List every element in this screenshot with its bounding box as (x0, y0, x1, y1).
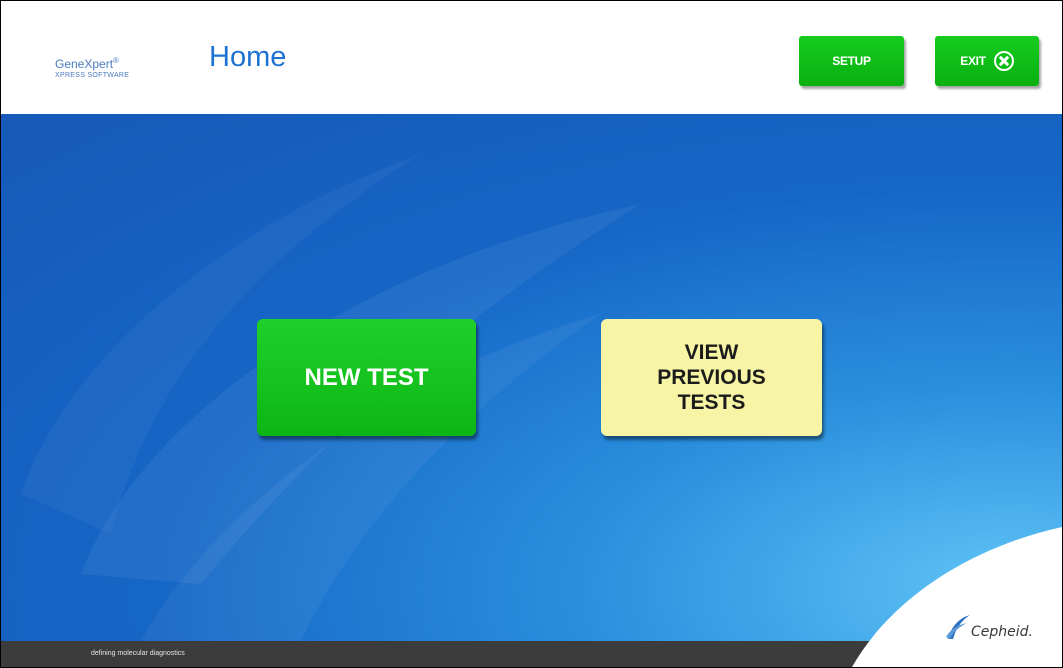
new-test-label: NEW TEST (304, 363, 429, 391)
setup-button-label: SETUP (832, 54, 871, 68)
brand-subtitle: XPRESS SOFTWARE (55, 72, 130, 79)
page-title: Home (209, 41, 287, 73)
genexpert-logo: GeneXpert® XPRESS SOFTWARE (55, 56, 130, 80)
header-bar: GeneXpert® XPRESS SOFTWARE Home SETUP EX… (1, 1, 1062, 114)
app-window: GeneXpert® XPRESS SOFTWARE Home SETUP EX… (0, 0, 1063, 668)
view-previous-label-line-1: VIEW (684, 340, 739, 364)
tagline: defining molecular diagnostics (91, 650, 185, 657)
exit-button-label: EXIT (960, 54, 986, 68)
corner-curve (852, 527, 1062, 667)
new-test-button[interactable]: NEW TEST (257, 319, 476, 436)
setup-button[interactable]: SETUP (799, 36, 904, 86)
view-previous-label-line-2: PREVIOUS (657, 365, 766, 389)
cepheid-mark-icon (946, 615, 970, 639)
view-previous-label-line-3: TESTS (677, 391, 746, 415)
view-previous-tests-button[interactable]: VIEW PREVIOUS TESTS (601, 319, 822, 436)
cepheid-logo: Cepheid. (945, 613, 1033, 641)
cepheid-logo-text: Cepheid. (971, 624, 1033, 640)
exit-button[interactable]: EXIT (935, 36, 1039, 86)
brand-name: GeneXpert® (55, 56, 119, 71)
close-circle-icon (993, 51, 1014, 71)
